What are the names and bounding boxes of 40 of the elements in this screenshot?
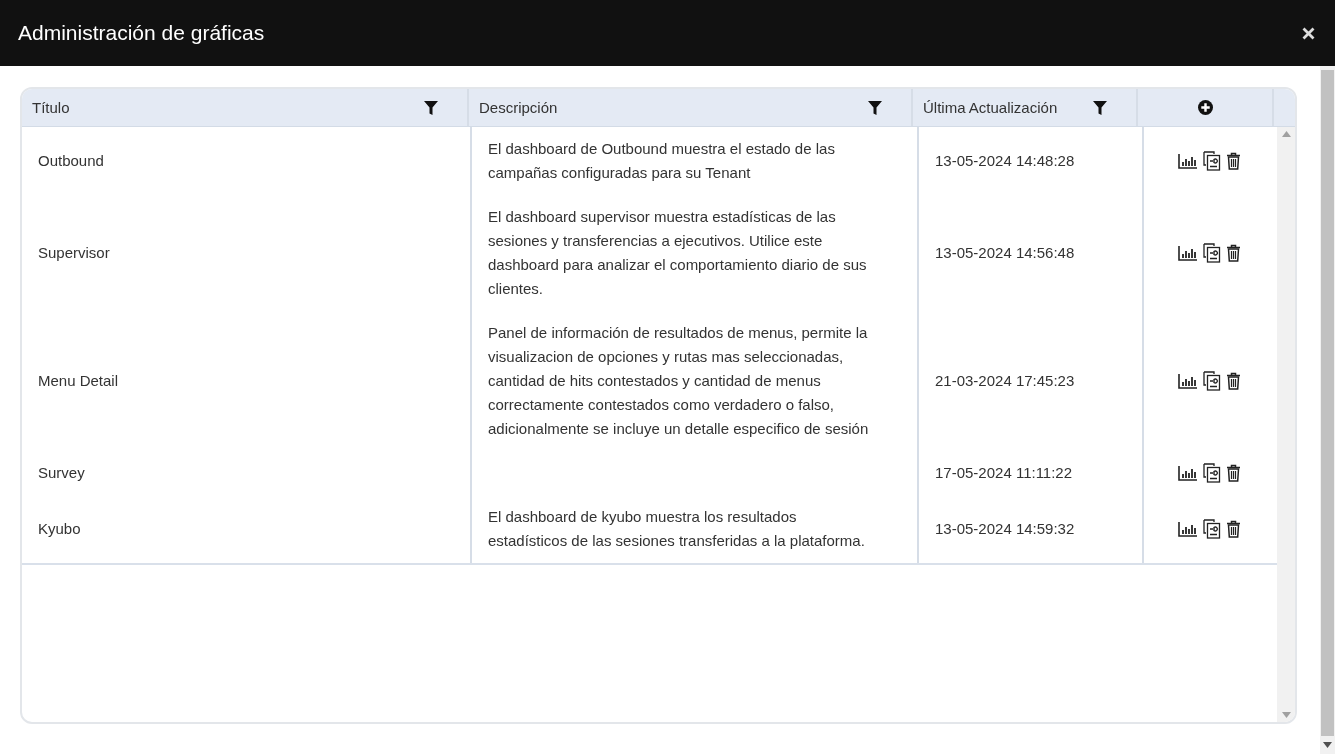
trash-icon[interactable]: [1226, 520, 1241, 538]
column-header: Título: [32, 99, 70, 116]
title-cell-text: Supervisor: [38, 243, 110, 263]
title-cell-text: Menu Detail: [38, 371, 119, 391]
window-title: Administración de gráficas: [18, 21, 265, 45]
column-header: Última Actualización: [923, 99, 1058, 116]
column-header: Descripción: [479, 99, 558, 116]
date-cell-text: 17-05-2024 11:11:22: [935, 463, 1073, 483]
bar-chart-icon[interactable]: [1178, 373, 1198, 389]
title-cell-text: Outbound: [38, 151, 104, 171]
bar-chart-icon[interactable]: [1178, 153, 1198, 169]
trash-icon[interactable]: [1226, 464, 1241, 482]
description-cell-text: El dashboard supervisor muestra estadísticas de las sesiones y transferencias a ejecutivos. Utilice este dashboard para analizar el comportamiento diario de sus clientes.: [488, 207, 868, 299]
filter-icon[interactable]: [1092, 99, 1108, 116]
trash-icon[interactable]: [1226, 244, 1241, 262]
bar-chart-icon[interactable]: [1178, 465, 1198, 481]
date-cell-text: 13-05-2024 14:48:28: [935, 151, 1075, 171]
trash-icon[interactable]: [1226, 372, 1241, 390]
documents-icon[interactable]: [1203, 371, 1221, 391]
date-cell-text: 13-05-2024 14:59:32: [935, 519, 1075, 539]
date-cell-text: 21-03-2024 17:45:23: [935, 371, 1075, 391]
bar-chart-icon[interactable]: [1178, 245, 1198, 261]
documents-icon[interactable]: [1203, 243, 1221, 263]
documents-icon[interactable]: [1203, 519, 1221, 539]
bar-chart-icon[interactable]: [1178, 521, 1198, 537]
filter-icon[interactable]: [423, 99, 439, 116]
description-cell-text: Panel de información de resultados de menus, permite la visualizacion de opciones y rutas mas seleccionadas, cantidad de hits contestados y cantidad de menus correctamente contestados como verdadero o falso, adicionalmente se incluye un detalle especifico de sesión: [488, 323, 869, 439]
page-scrollbar[interactable]: [1320, 66, 1335, 754]
title-cell-text: Kyubo: [38, 519, 81, 539]
close-button[interactable]: [1302, 26, 1315, 40]
documents-icon[interactable]: [1203, 463, 1221, 483]
description-cell-text: El dashboard de kyubo muestra los resultados estadísticos de las sesiones transferidas a la plataforma.: [488, 507, 866, 551]
filter-icon[interactable]: [867, 99, 883, 116]
scroll-down-icon[interactable]: [1323, 742, 1332, 748]
documents-icon[interactable]: [1203, 151, 1221, 171]
description-cell-text: El dashboard de Outbound muestra el estado de las campañas configuradas para su Tenant: [488, 139, 836, 183]
title-cell-text: Survey: [38, 463, 85, 483]
add-icon[interactable]: [1197, 100, 1213, 115]
trash-icon[interactable]: [1226, 152, 1241, 170]
date-cell-text: 13-05-2024 14:56:48: [935, 243, 1075, 263]
